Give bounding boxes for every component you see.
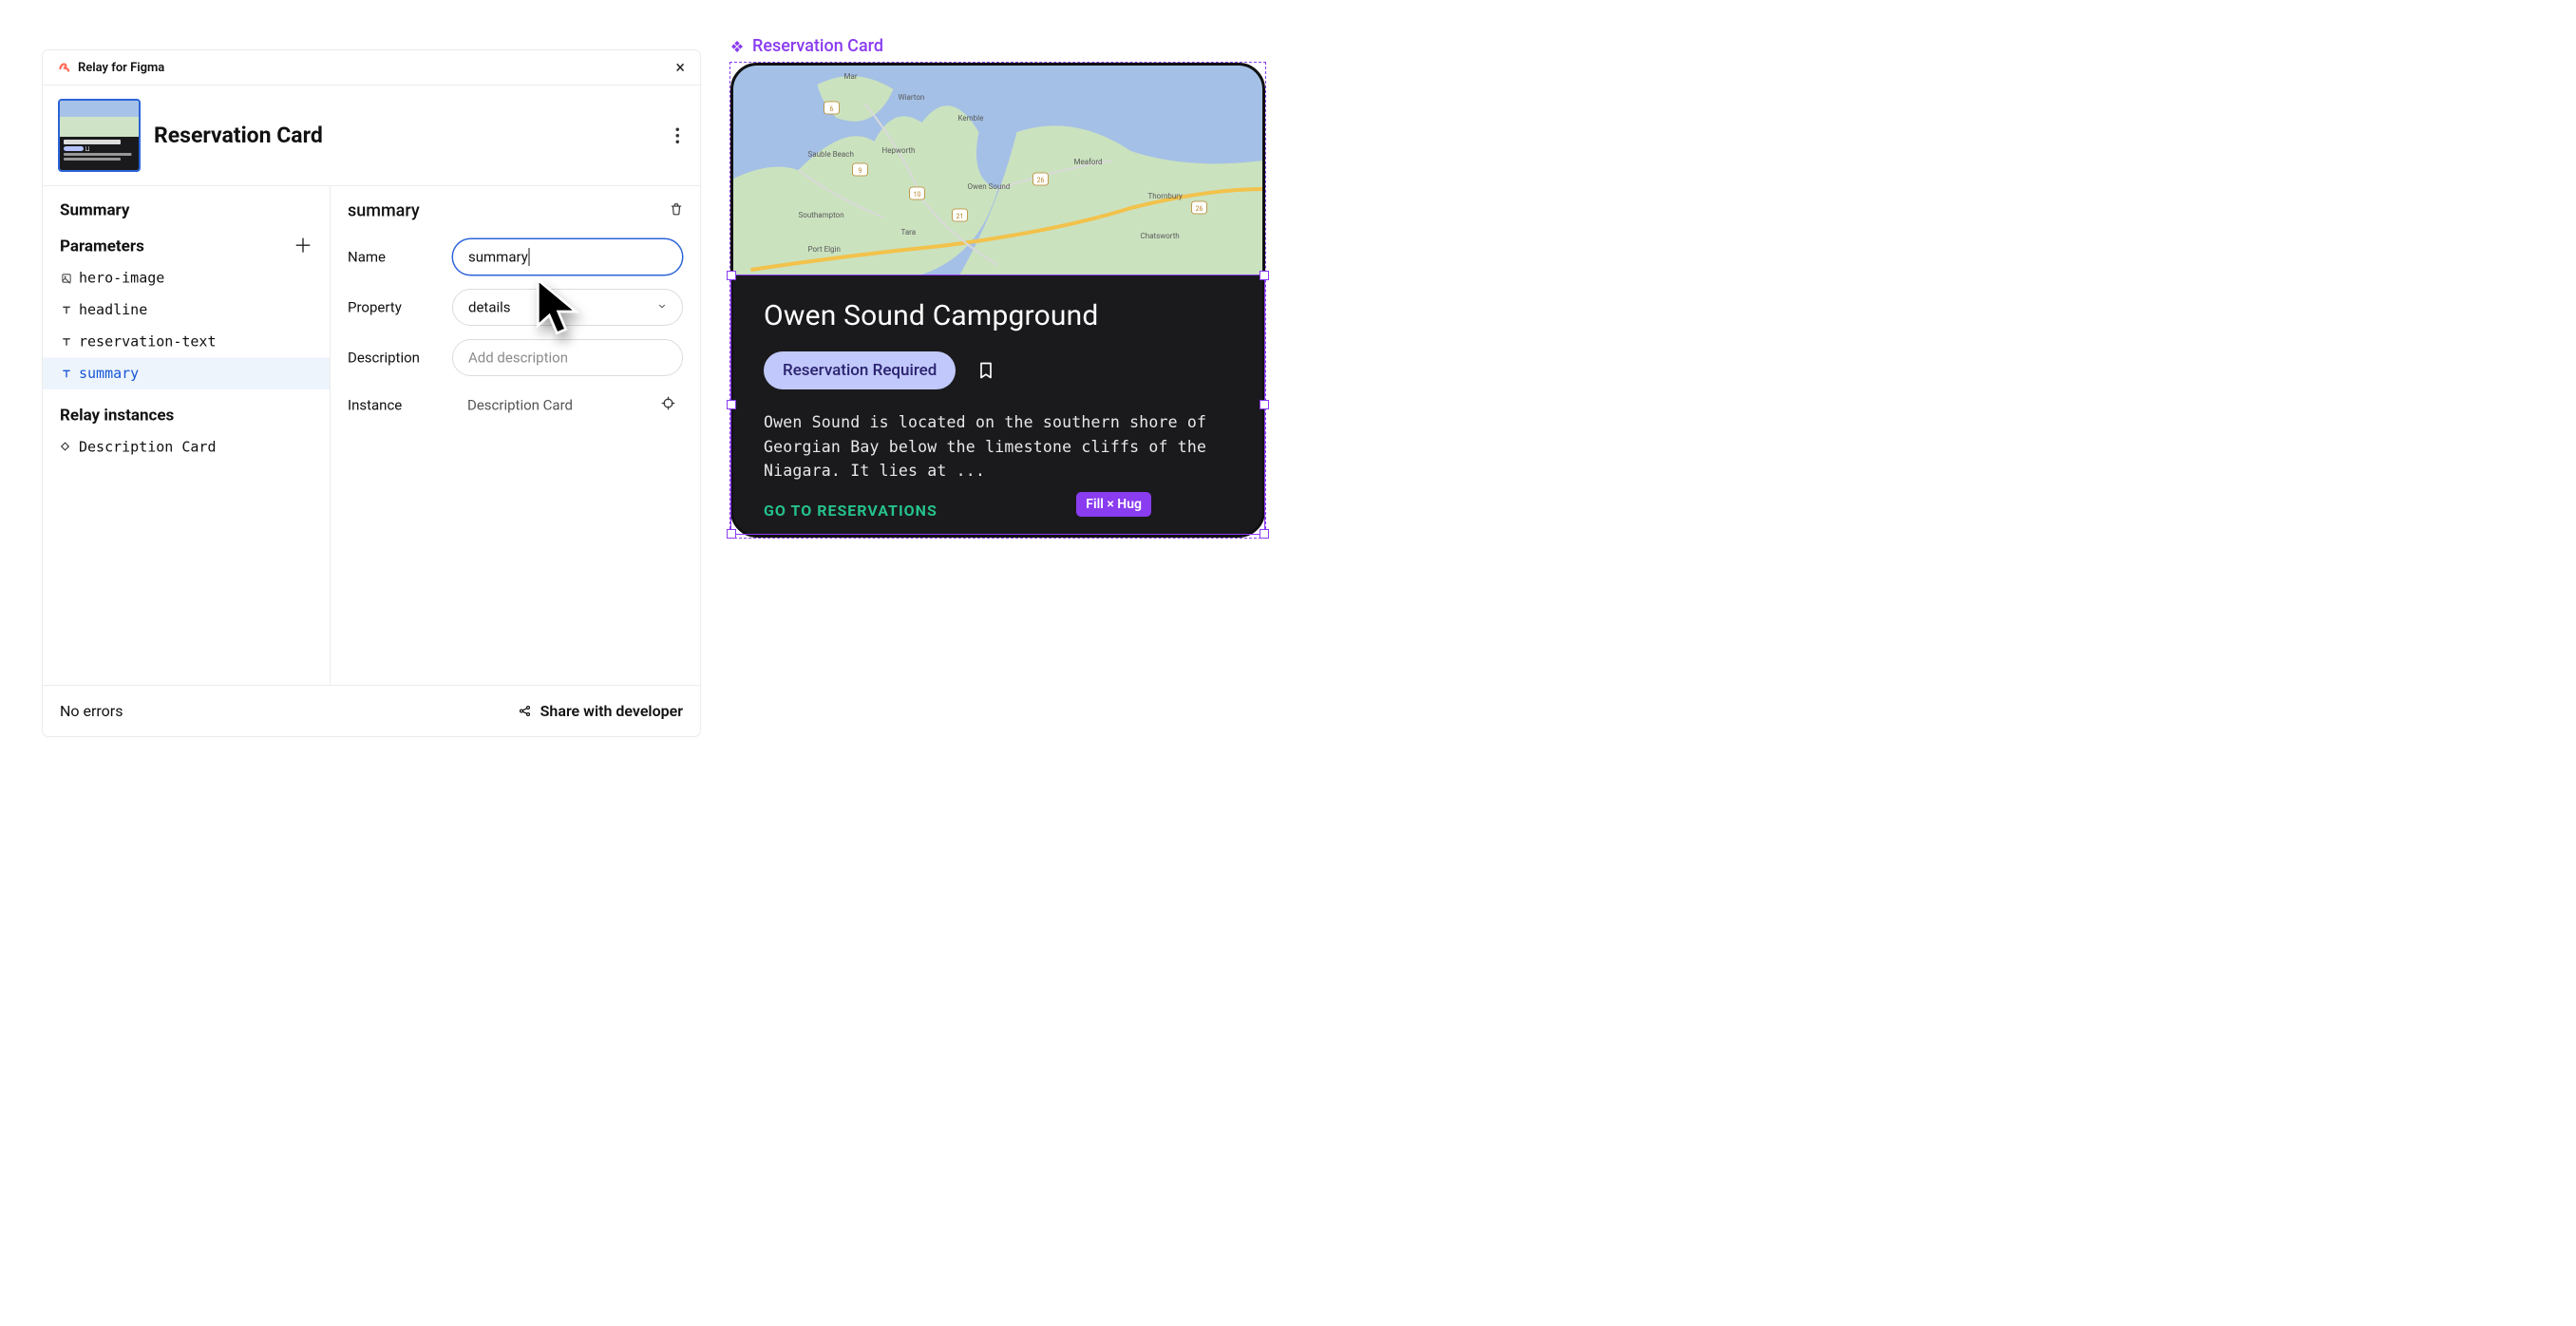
delete-icon[interactable]	[670, 202, 683, 219]
name-input-value: summary	[468, 249, 528, 266]
selection-handle[interactable]	[727, 529, 736, 539]
svg-text:Sauble Beach: Sauble Beach	[808, 150, 854, 159]
detail-pane: summary Name summary Property details	[331, 186, 700, 685]
field-name-label: Name	[348, 249, 439, 266]
detail-header: summary	[348, 200, 683, 232]
fill-hug-badge: Fill × Hug	[1076, 492, 1151, 517]
kebab-menu-icon[interactable]	[671, 123, 686, 147]
field-name-row: Name summary	[348, 232, 683, 282]
component-name: Reservation Card	[154, 123, 323, 148]
plugin-title: Relay for Figma	[78, 61, 164, 75]
text-icon	[60, 303, 73, 316]
svg-text:Mar: Mar	[844, 72, 858, 81]
selection-handle[interactable]	[727, 400, 736, 409]
component-thumbnail	[58, 99, 141, 172]
description-input[interactable]: Add description	[452, 339, 683, 376]
field-instance-row: Instance Description Card	[348, 383, 683, 427]
param-summary[interactable]: summary	[43, 358, 330, 390]
figma-component-label[interactable]: Reservation Card	[729, 36, 1266, 56]
parameters-heading-row: Parameters ＋	[43, 228, 330, 262]
svg-text:26: 26	[1037, 177, 1045, 184]
svg-text:10: 10	[914, 191, 921, 199]
panel-header: Relay for Figma ×	[43, 50, 700, 85]
panel-header-left: Relay for Figma	[58, 61, 164, 75]
image-icon	[60, 272, 73, 285]
selection-handle[interactable]	[1260, 529, 1269, 539]
locate-icon[interactable]	[661, 396, 675, 414]
svg-text:Hepworth: Hepworth	[882, 146, 916, 155]
param-label: reservation-text	[79, 333, 216, 350]
svg-text:Wiarton: Wiarton	[899, 93, 925, 102]
field-property-label: Property	[348, 299, 439, 316]
detail-title: summary	[348, 200, 420, 220]
svg-text:26: 26	[1196, 205, 1203, 213]
svg-text:6: 6	[830, 105, 834, 113]
share-label: Share with developer	[540, 702, 683, 720]
property-select[interactable]: details	[452, 289, 683, 326]
share-with-developer-button[interactable]: Share with developer	[519, 702, 683, 720]
svg-text:Port Elgin: Port Elgin	[808, 245, 841, 254]
relay-panel: Relay for Figma × Reservation Card Summa…	[42, 49, 701, 737]
field-description-row: Description Add description	[348, 332, 683, 383]
field-property-row: Property details	[348, 282, 683, 332]
status-text: No errors	[60, 702, 123, 720]
parameter-list: hero-image headline reservation-text	[43, 262, 330, 389]
field-description-label: Description	[348, 350, 439, 367]
param-reservation-text[interactable]: reservation-text	[43, 326, 330, 358]
svg-text:Kemble: Kemble	[958, 114, 984, 123]
selection-handle[interactable]	[1260, 400, 1269, 409]
summary-heading: Summary	[43, 200, 330, 228]
param-hero-image[interactable]: hero-image	[43, 262, 330, 294]
svg-text:Meaford: Meaford	[1074, 158, 1103, 166]
figma-selection-outline: 6 9 10 21 26 26 Mar Wiarton Kemble Sauble Beach H…	[729, 62, 1266, 539]
svg-text:Tara: Tara	[901, 228, 917, 237]
relay-logo-icon	[58, 61, 71, 74]
close-icon[interactable]: ×	[675, 59, 685, 76]
instance-description-card[interactable]: Description Card	[43, 431, 330, 464]
figma-component-label-text: Reservation Card	[752, 36, 883, 56]
svg-text:Chatsworth: Chatsworth	[1141, 232, 1180, 240]
instance-value-row: Description Card	[452, 389, 683, 421]
figma-inner-selection	[730, 275, 1265, 535]
parameters-heading: Parameters	[60, 237, 144, 256]
hero-image: 6 9 10 21 26 26 Mar Wiarton Kemble Sauble Beach H…	[733, 66, 1262, 275]
panel-footer: No errors Share with developer	[43, 685, 700, 736]
text-icon	[60, 367, 73, 380]
svg-text:Southampton: Southampton	[799, 211, 844, 219]
instance-label: Description Card	[79, 439, 216, 456]
instance-value: Description Card	[467, 397, 573, 414]
description-placeholder: Add description	[468, 350, 568, 367]
param-label: summary	[79, 366, 139, 383]
add-parameter-icon[interactable]: ＋	[294, 237, 313, 256]
svg-text:Owen Sound: Owen Sound	[968, 182, 1011, 191]
panel-body: Summary Parameters ＋ hero-image headline	[43, 186, 700, 685]
param-label: hero-image	[79, 270, 164, 287]
field-instance-label: Instance	[348, 397, 439, 414]
component-header: Reservation Card	[43, 85, 700, 186]
sidebar: Summary Parameters ＋ hero-image headline	[43, 186, 331, 685]
diamond-icon	[60, 439, 70, 456]
figma-canvas: Reservation Card	[729, 36, 1266, 539]
text-icon	[60, 335, 73, 349]
chevron-down-icon	[657, 301, 667, 314]
component-diamond-icon	[729, 39, 745, 54]
selection-handle[interactable]	[1260, 271, 1269, 280]
svg-text:9: 9	[859, 167, 862, 175]
svg-text:21: 21	[957, 213, 964, 220]
param-label: headline	[79, 302, 147, 319]
property-select-value: details	[468, 299, 511, 316]
share-icon	[519, 705, 532, 718]
instances-heading: Relay instances	[43, 389, 330, 431]
name-input[interactable]: summary	[452, 238, 683, 275]
selection-handle[interactable]	[727, 271, 736, 280]
param-headline[interactable]: headline	[43, 294, 330, 327]
svg-text:Thornbury: Thornbury	[1148, 192, 1184, 200]
